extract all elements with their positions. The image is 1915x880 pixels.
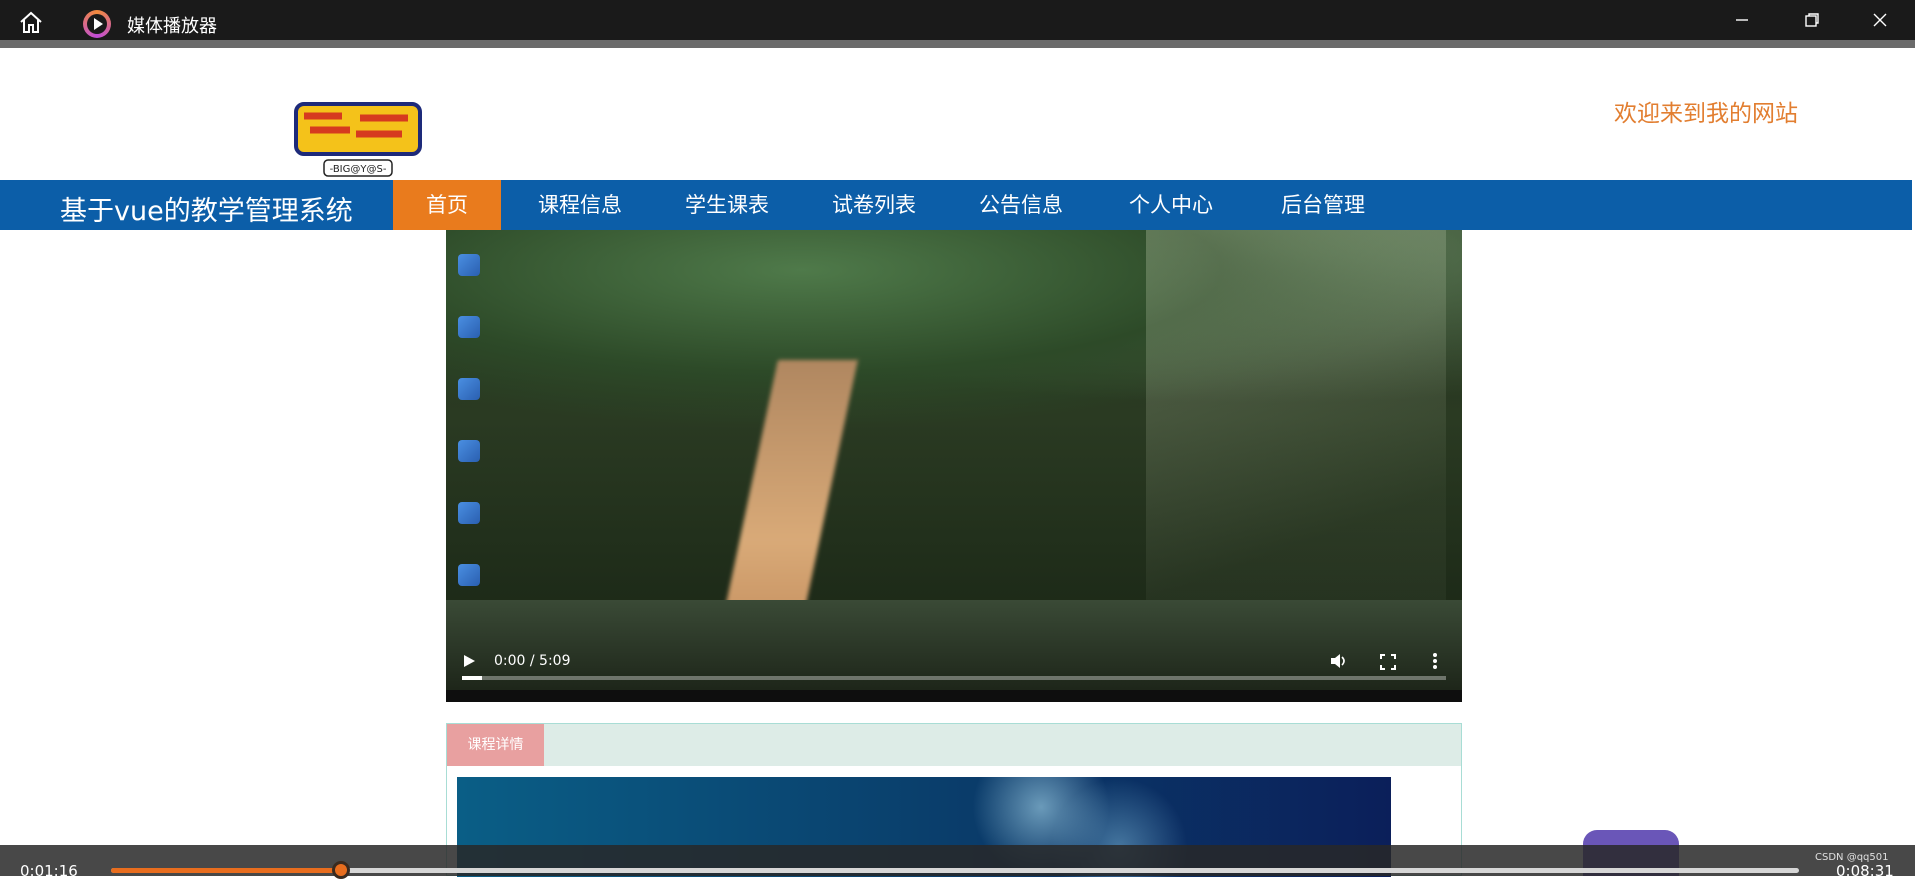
video-progress-fill [462,676,482,680]
media-player-icon [83,10,111,38]
nav-item-schedule[interactable]: 学生课表 [671,180,783,230]
close-icon [1873,13,1887,27]
video-bottom-bar [446,690,1462,702]
elapsed-time: 0:01:16 [20,862,78,880]
desktop-icon [458,254,480,276]
seek-handle[interactable] [331,861,350,879]
nav-item-admin[interactable]: 后台管理 [1267,180,1379,230]
video-volume-button[interactable] [1330,653,1348,673]
nav-item-profile[interactable]: 个人中心 [1115,180,1227,230]
desktop-icon [458,564,480,586]
minimize-icon [1736,19,1748,21]
nav-item-notices[interactable]: 公告信息 [965,180,1077,230]
restore-button[interactable] [1782,0,1842,40]
video-frame-water [446,600,1462,702]
close-button[interactable] [1850,0,1910,40]
course-video[interactable]: 0:00 / 5:09 [446,230,1462,702]
desktop-icon [458,440,480,462]
top-divider [0,40,1915,48]
total-time: 0:08:31 [1836,862,1894,880]
nav-item-courses[interactable]: 课程信息 [524,180,636,230]
media-player-controls: 0:01:16 0:08:31 [0,845,1915,880]
main-navbar: 基于vue的教学管理系统 首页 课程信息 学生课表 试卷列表 公告信息 个人中心… [0,180,1912,230]
minimize-button[interactable] [1712,0,1772,40]
video-frame-rays [1146,230,1446,650]
seek-bar[interactable] [111,861,1799,879]
more-vertical-icon [1433,653,1437,669]
video-time: 0:00 / 5:09 [494,653,571,669]
volume-icon [1331,654,1345,668]
nav-item-exams[interactable]: 试卷列表 [818,180,930,230]
nav-item-home[interactable]: 首页 [393,180,501,230]
course-detail-tab[interactable]: 课程详情 [447,724,544,766]
card-header: 课程详情 [447,724,1461,766]
restore-icon [1805,13,1819,27]
video-more-button[interactable] [1432,653,1438,673]
site-logo[interactable]: -BIG@Y@S- [290,76,426,194]
desktop-icon [458,378,480,400]
desktop-icon [458,502,480,524]
watermark: CSDN @qq501 [1815,852,1889,863]
welcome-text: 欢迎来到我的网站 [1614,101,1798,127]
video-play-button[interactable] [462,654,476,672]
fullscreen-icon [1380,654,1396,670]
site-title: 基于vue的教学管理系统 [60,196,353,227]
play-icon [464,655,475,667]
site-header: -BIG@Y@S- 欢迎来到我的网站 [0,48,1915,180]
home-icon[interactable] [18,10,44,34]
video-progress-bar[interactable] [462,676,1446,680]
window-titlebar: 媒体播放器 [0,0,1915,40]
svg-text:-BIG@Y@S-: -BIG@Y@S- [330,164,387,175]
desktop-icon [458,316,480,338]
video-fullscreen-button[interactable] [1380,654,1396,674]
window-title: 媒体播放器 [127,16,217,37]
seek-progress [111,868,341,873]
